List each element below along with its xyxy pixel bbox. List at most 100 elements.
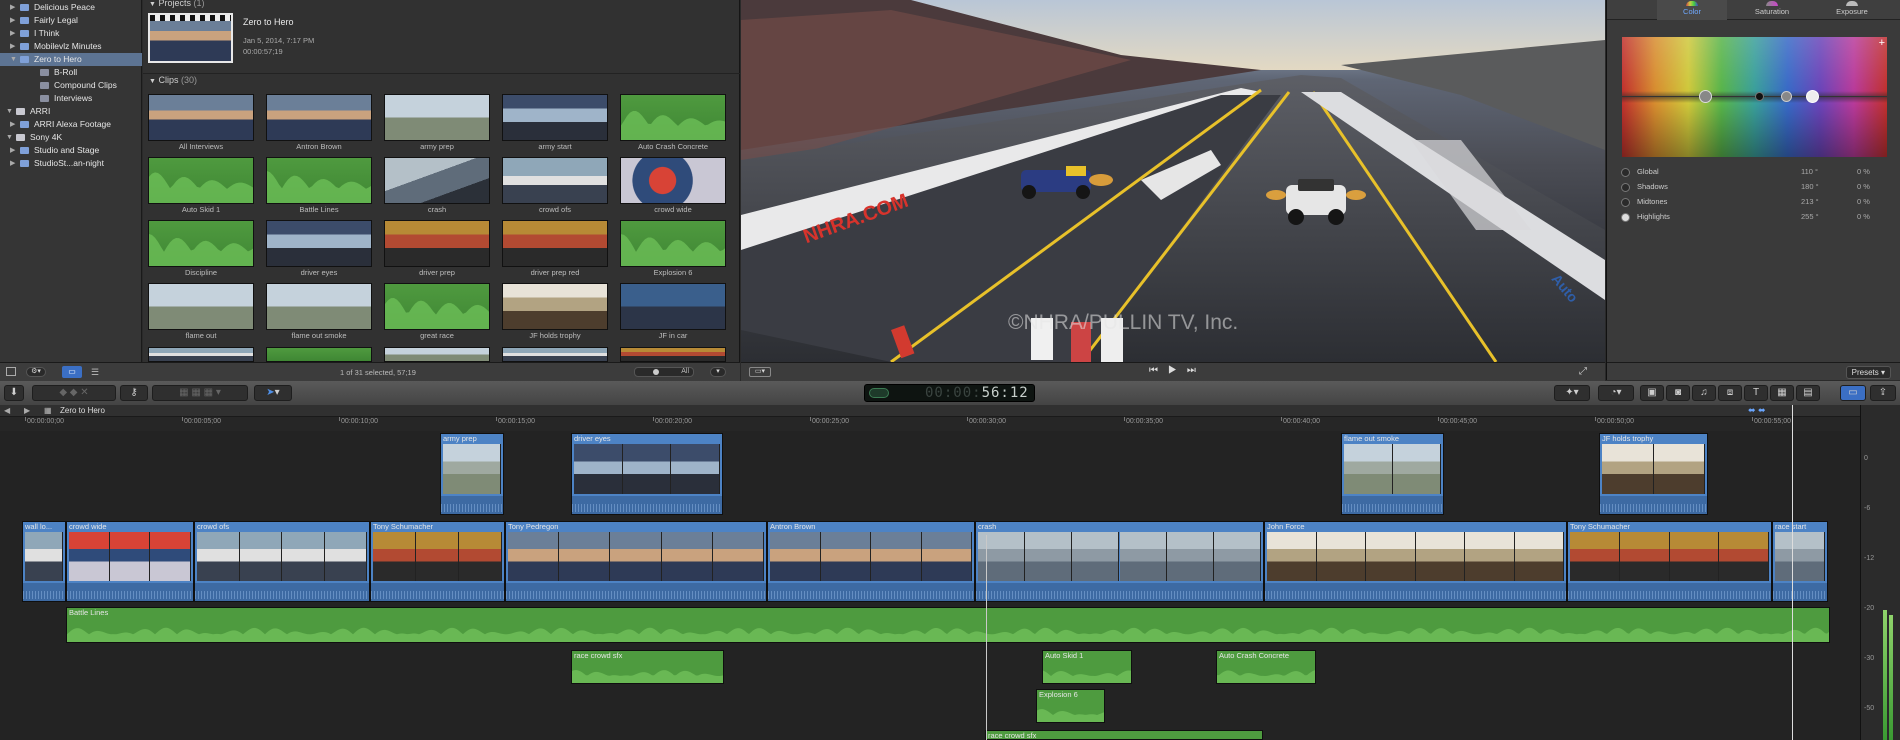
primary-storyline-clip[interactable]: Tony Pedregon bbox=[505, 521, 767, 602]
color-row-midtones[interactable]: Midtones 213 ° 0 % bbox=[1617, 196, 1891, 209]
primary-storyline-clip[interactable]: crowd wide bbox=[66, 521, 194, 602]
clip-thumbnail[interactable] bbox=[384, 220, 490, 267]
transitions-button[interactable]: ⧈ bbox=[1718, 385, 1742, 401]
connected-clip[interactable]: driver eyes bbox=[571, 433, 723, 515]
library-item-delicious-peace[interactable]: ▶ Delicious Peace bbox=[0, 1, 142, 14]
disclosure-closed-icon[interactable]: ▶ bbox=[10, 144, 15, 157]
primary-storyline-clip[interactable]: crowd ofs bbox=[194, 521, 370, 602]
import-button[interactable]: ⬇ bbox=[4, 385, 24, 401]
clip-thumbnail[interactable] bbox=[148, 157, 254, 204]
filmstrip-view-button[interactable]: ▭ bbox=[62, 366, 82, 378]
midtones-puck[interactable] bbox=[1781, 91, 1792, 102]
titles-button[interactable]: T bbox=[1744, 385, 1768, 401]
retime-button[interactable]: ◔▾ bbox=[1598, 385, 1634, 401]
view-options-button[interactable]: ▭▾ bbox=[749, 367, 771, 377]
clip-thumbnail[interactable] bbox=[266, 94, 372, 141]
audio-clip[interactable]: Battle Lines bbox=[66, 607, 1830, 643]
tab-exposure[interactable]: Exposure bbox=[1817, 0, 1887, 20]
library-item-i-think[interactable]: ▶ I Think bbox=[0, 27, 142, 40]
highlights-puck[interactable] bbox=[1806, 90, 1819, 103]
clips-header[interactable]: ▼ Clips (30) bbox=[149, 75, 197, 85]
disclosure-closed-icon[interactable]: ▶ bbox=[10, 40, 15, 53]
generators-button[interactable]: ▦ bbox=[1770, 385, 1794, 401]
fullscreen-icon[interactable]: ⤢ bbox=[1579, 366, 1587, 377]
primary-storyline-clip[interactable]: Tony Schumacher bbox=[370, 521, 505, 602]
library-item-sony-4k[interactable]: ▼ Sony 4K bbox=[0, 131, 142, 144]
audio-clip[interactable]: Auto Crash Concrete bbox=[1216, 650, 1316, 684]
clip-thumbnail[interactable] bbox=[148, 94, 254, 141]
share-button[interactable]: ⇪ bbox=[1870, 385, 1896, 401]
audio-clip[interactable]: race crowd sfx bbox=[985, 730, 1263, 740]
library-item-zero-to-hero[interactable]: ▼ Zero to Hero bbox=[0, 53, 142, 66]
back-arrow-icon[interactable]: ◀ bbox=[4, 406, 10, 415]
enhancements-button[interactable]: ✦▾ bbox=[1554, 385, 1590, 401]
clip-thumbnail[interactable] bbox=[384, 347, 490, 362]
clip-filter-buttons[interactable]: ◆ ◆ ✕ bbox=[32, 385, 116, 401]
disclosure-triangle-icon[interactable]: ▼ bbox=[149, 1, 156, 8]
clip-thumbnail[interactable] bbox=[148, 283, 254, 330]
previous-frame-icon[interactable]: ⏮ bbox=[1149, 365, 1168, 376]
clip-thumbnail[interactable] bbox=[266, 157, 372, 204]
forward-arrow-icon[interactable]: ▶ bbox=[24, 406, 30, 415]
library-item-studio-and-stage[interactable]: ▶ Studio and Stage bbox=[0, 144, 142, 157]
clip-thumbnail[interactable] bbox=[620, 157, 726, 204]
clip-thumbnail[interactable] bbox=[502, 94, 608, 141]
audio-clip[interactable]: race crowd sfx bbox=[571, 650, 724, 684]
connected-clip[interactable]: JF holds trophy bbox=[1599, 433, 1708, 515]
connected-clip[interactable]: army prep bbox=[440, 433, 504, 515]
slider-knob[interactable] bbox=[653, 369, 659, 375]
presets-button[interactable]: Presets ▾ bbox=[1845, 366, 1891, 379]
shadows-puck[interactable] bbox=[1755, 92, 1764, 101]
clip-thumbnail[interactable] bbox=[502, 283, 608, 330]
themes-button[interactable]: ▤ bbox=[1796, 385, 1820, 401]
music-button[interactable]: ♫ bbox=[1692, 385, 1716, 401]
clip-thumbnail[interactable] bbox=[620, 94, 726, 141]
disclosure-closed-icon[interactable]: ▶ bbox=[10, 157, 15, 170]
clip-zoom-slider[interactable]: All bbox=[634, 367, 694, 377]
library-item-fairly-legal[interactable]: ▶ Fairly Legal bbox=[0, 14, 142, 27]
color-row-global[interactable]: Global 110 ° 0 % bbox=[1617, 166, 1891, 179]
photos-button[interactable]: ◙ bbox=[1666, 385, 1690, 401]
library-item-studiost-an-night[interactable]: ▶ StudioSt...an-night bbox=[0, 157, 142, 170]
disclosure-closed-icon[interactable]: ▶ bbox=[10, 1, 15, 14]
radio-button[interactable] bbox=[1621, 213, 1630, 222]
clip-thumbnail[interactable] bbox=[266, 220, 372, 267]
clip-thumbnail[interactable] bbox=[148, 220, 254, 267]
disclosure-closed-icon[interactable]: ▶ bbox=[10, 27, 15, 40]
disclosure-open-icon[interactable]: ▼ bbox=[10, 53, 17, 66]
library-item-b-roll[interactable]: B-Roll bbox=[0, 66, 142, 79]
library-toggle-icon[interactable] bbox=[6, 367, 16, 376]
add-icon[interactable]: + bbox=[1879, 37, 1885, 49]
library-item-arri-alexa-footage[interactable]: ▶ ARRI Alexa Footage bbox=[0, 118, 142, 131]
disclosure-open-icon[interactable]: ▼ bbox=[6, 105, 13, 118]
primary-storyline-clip[interactable]: John Force bbox=[1264, 521, 1567, 602]
clip-thumbnail[interactable] bbox=[384, 94, 490, 141]
clip-thumbnail[interactable] bbox=[266, 347, 372, 362]
project-thumbnail[interactable] bbox=[148, 13, 233, 63]
tab-saturation[interactable]: Saturation bbox=[1737, 0, 1807, 20]
disclosure-closed-icon[interactable]: ▶ bbox=[10, 118, 15, 131]
edit-buttons[interactable]: ▦ ▦ ▦ ▾ bbox=[152, 385, 248, 401]
primary-storyline-clip[interactable]: wall lo... bbox=[22, 521, 66, 602]
color-row-shadows[interactable]: Shadows 180 ° 0 % bbox=[1617, 181, 1891, 194]
library-item-interviews[interactable]: Interviews bbox=[0, 92, 142, 105]
play-icon[interactable]: ▶ bbox=[1168, 365, 1187, 376]
color-row-highlights[interactable]: Highlights 255 ° 0 % bbox=[1617, 211, 1891, 224]
radio-button[interactable] bbox=[1621, 168, 1630, 177]
clip-thumbnail[interactable] bbox=[384, 157, 490, 204]
primary-storyline-clip[interactable]: Tony Schumacher bbox=[1567, 521, 1772, 602]
background-tasks-icon[interactable] bbox=[869, 388, 889, 398]
library-item-arri[interactable]: ▼ ARRI bbox=[0, 105, 142, 118]
disclosure-open-icon[interactable]: ▼ bbox=[6, 131, 13, 144]
next-frame-icon[interactable]: ⏭ bbox=[1187, 365, 1206, 376]
clip-thumbnail[interactable] bbox=[502, 220, 608, 267]
audio-clip[interactable]: Explosion 6 bbox=[1036, 689, 1105, 723]
clip-thumbnail[interactable] bbox=[620, 220, 726, 267]
clip-thumbnail[interactable] bbox=[620, 283, 726, 330]
clip-thumbnail[interactable] bbox=[502, 347, 608, 362]
tab-color[interactable]: Color bbox=[1657, 0, 1727, 20]
clip-thumbnail[interactable] bbox=[502, 157, 608, 204]
clip-thumbnail[interactable] bbox=[148, 347, 254, 362]
radio-button[interactable] bbox=[1621, 183, 1630, 192]
skimming-icons[interactable]: ⬌ ⬌ bbox=[1748, 405, 1766, 416]
